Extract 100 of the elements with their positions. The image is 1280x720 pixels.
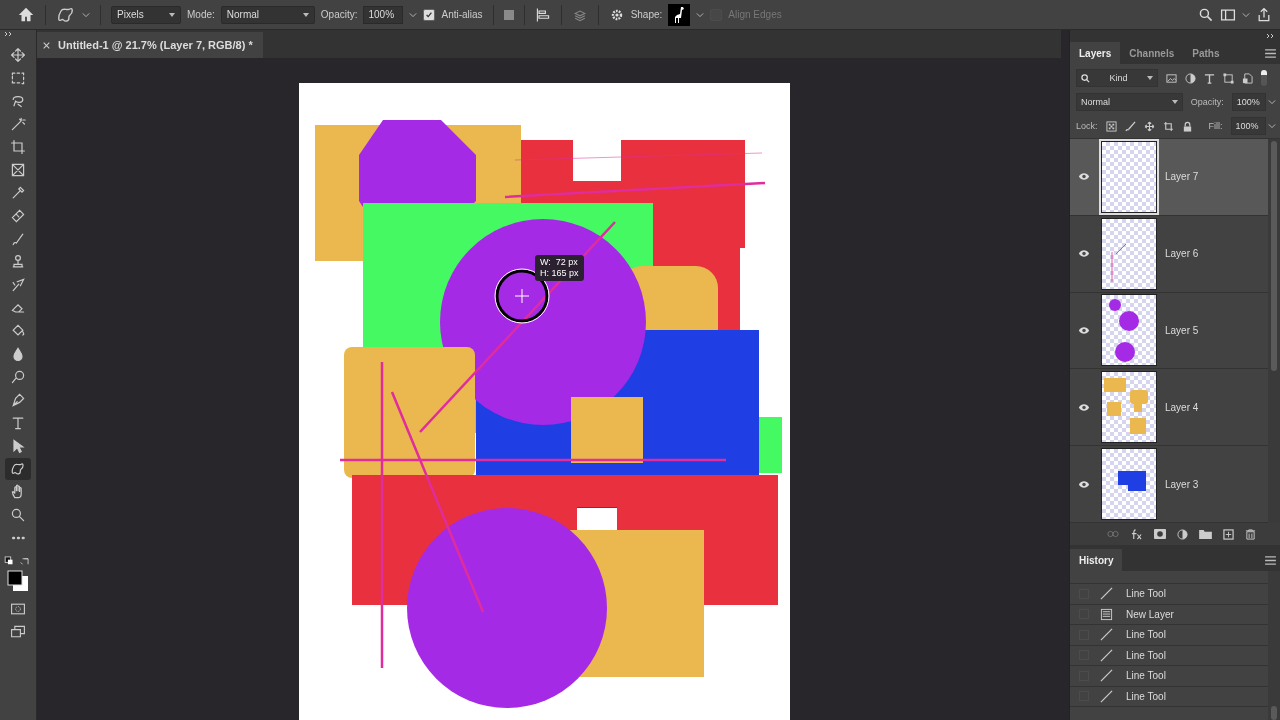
caret-icon[interactable] [409, 11, 418, 18]
history-item[interactable]: Line Tool [1070, 666, 1268, 687]
caret-icon[interactable] [82, 11, 90, 18]
layer-name: Layer 3 [1165, 478, 1199, 490]
layer-name: Layer 7 [1165, 171, 1199, 183]
layer-row[interactable]: Layer 4 [1070, 369, 1268, 447]
opacity-label: Opacity: [320, 9, 358, 20]
image-filter-icon[interactable] [1166, 72, 1177, 84]
close-icon[interactable] [43, 41, 50, 49]
caret-icon [302, 12, 309, 17]
type-filter-icon[interactable] [1204, 72, 1215, 84]
pen-icon [10, 392, 26, 408]
expand-icon[interactable] [1266, 33, 1276, 39]
quick-mask-icon[interactable] [10, 601, 26, 617]
line-icon [1100, 689, 1113, 703]
mask-icon[interactable] [1154, 529, 1166, 539]
history-item[interactable]: Line Tool [1070, 686, 1268, 707]
align-icon[interactable] [534, 6, 551, 23]
home-icon[interactable] [17, 5, 35, 24]
panel-tab[interactable]: Channels [1120, 42, 1184, 64]
expand-icon[interactable] [4, 31, 14, 37]
history-item[interactable]: New Layer [1070, 604, 1268, 625]
brush-icon [10, 277, 26, 293]
filter-toggle[interactable] [1261, 70, 1267, 86]
folder-icon[interactable] [1199, 529, 1212, 539]
color-swatches-icon[interactable] [7, 570, 29, 592]
caret-icon[interactable] [1242, 11, 1250, 18]
caret-icon[interactable] [1268, 123, 1276, 129]
blend-mode-dropdown[interactable]: Normal [1076, 93, 1183, 111]
anti-alias-label: Anti-alias [441, 9, 483, 20]
layer-row[interactable]: Layer 7 [1070, 139, 1268, 216]
layer-row[interactable]: Layer 5 [1070, 292, 1268, 370]
crop-icon [10, 139, 26, 155]
magic-wand-icon [10, 116, 26, 132]
size-reading: H: 165 px [540, 268, 579, 279]
adjustment-filter-icon[interactable] [1185, 72, 1196, 84]
document-tab[interactable]: Untitled-1 @ 21.7% (Layer 7, RGB/8) * [37, 32, 263, 58]
panel-tab[interactable]: Layers [1070, 42, 1121, 64]
history-tab[interactable]: History [1070, 549, 1123, 571]
zoom-icon [10, 507, 26, 523]
mode-dropdown[interactable]: Normal [220, 5, 315, 24]
menu-icon[interactable] [1265, 48, 1276, 58]
scrollbar-thumb[interactable] [1271, 706, 1277, 720]
pointer-icon [10, 438, 26, 454]
search-icon [1081, 73, 1090, 83]
caret-icon [169, 12, 175, 17]
eye-icon[interactable] [1078, 402, 1090, 412]
brush-icon [10, 231, 26, 247]
layer-row[interactable]: Layer 6 [1070, 215, 1268, 293]
scrollbar-thumb[interactable] [1271, 141, 1277, 371]
paint-bucket-icon [10, 323, 26, 339]
menu-icon[interactable] [1265, 555, 1276, 565]
eye-icon[interactable] [1078, 249, 1090, 259]
layer-name: Layer 4 [1165, 401, 1199, 413]
effects-icon[interactable] [1130, 528, 1143, 540]
history-item[interactable]: Line Tool [1070, 645, 1268, 666]
caret-icon [1171, 100, 1178, 104]
new-layer-icon[interactable] [1223, 528, 1234, 540]
swap-colors-icon[interactable] [4, 556, 32, 567]
brush-icon[interactable] [1124, 120, 1136, 132]
trash-icon[interactable] [1245, 528, 1256, 540]
brush-cursor-icon [494, 268, 550, 324]
filter-dropdown[interactable]: Kind [1076, 69, 1158, 87]
opacity-label: Opacity: [1190, 97, 1224, 107]
search-icon[interactable] [1198, 6, 1214, 23]
lock-icon[interactable] [1181, 120, 1193, 132]
checkmark-icon [425, 10, 434, 19]
layer-name: Layer 6 [1165, 248, 1199, 260]
smart-object-filter-icon[interactable] [1242, 72, 1253, 84]
eyedropper-icon [10, 185, 26, 201]
mode-label: Mode: [187, 9, 215, 20]
panel-tab[interactable]: Paths [1183, 42, 1229, 64]
screen-mode-icon[interactable] [10, 624, 26, 640]
layer-row[interactable]: Layer 3 [1070, 446, 1268, 523]
eye-icon[interactable] [1078, 326, 1090, 335]
tool-button[interactable] [5, 458, 31, 480]
lock-pixels-icon[interactable] [1105, 120, 1117, 132]
bandage-icon [10, 208, 26, 224]
fill-field[interactable]: 100% [1230, 117, 1266, 135]
eye-icon[interactable] [1078, 172, 1090, 182]
dodge-icon [10, 369, 26, 385]
caret-icon[interactable] [1268, 99, 1276, 105]
layer-opacity-field[interactable]: 100% [1231, 93, 1266, 111]
history-item[interactable]: Line Tool [1070, 584, 1268, 605]
caret-icon[interactable] [696, 11, 705, 18]
adjustment-icon[interactable] [1177, 528, 1188, 540]
size-reading: W: 72 px [540, 257, 579, 268]
move-icon[interactable] [1143, 120, 1155, 132]
giraffe-shape-icon[interactable] [668, 3, 691, 26]
lock-label: Lock: [1076, 121, 1098, 131]
crop-icon[interactable] [1162, 120, 1174, 132]
line-icon [1100, 628, 1113, 642]
history-item[interactable]: Line Tool [1070, 625, 1268, 646]
share-icon[interactable] [1256, 6, 1272, 23]
line-icon [1100, 648, 1113, 662]
pixels-dropdown[interactable]: Pixels [111, 5, 181, 24]
eye-icon[interactable] [1078, 479, 1090, 489]
anti-alias-checkbox[interactable] [423, 8, 436, 21]
shape-filter-icon[interactable] [1223, 72, 1234, 84]
opacity-field[interactable]: 100% [363, 5, 404, 24]
